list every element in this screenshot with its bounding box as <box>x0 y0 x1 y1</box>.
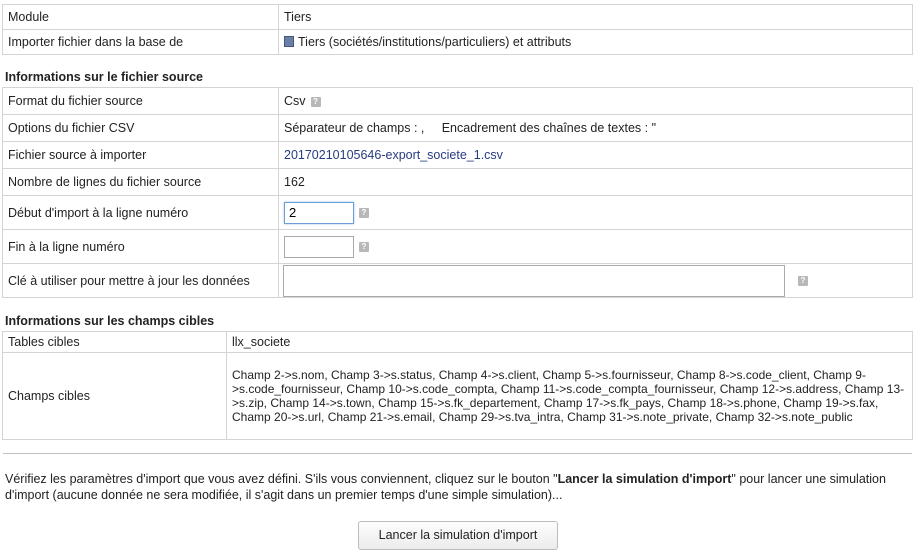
import-target-label: Importer fichier dans la base de <box>2 29 279 55</box>
target-tables-label: Tables cibles <box>2 331 227 353</box>
csv-options-row: Options du fichier CSV Séparateur de cha… <box>2 114 913 142</box>
instructions-text-part1: Vérifiez les paramètres d'import que vou… <box>5 472 558 486</box>
end-line-label: Fin à la ligne numéro <box>2 229 279 264</box>
help-icon[interactable]: ? <box>359 207 369 218</box>
end-line-cell: ? <box>278 229 913 264</box>
start-line-label: Début d'import à la ligne numéro <box>2 195 279 230</box>
format-cell: Csv? <box>278 87 913 115</box>
source-file-cell: 20170210105646-export_societe_1.csv <box>278 141 913 169</box>
target-section-title: Informations sur les champs cibles <box>5 314 215 328</box>
source-file-table: Format du fichier source Csv? Options du… <box>2 87 913 298</box>
module-label: Module <box>2 4 279 30</box>
format-value: Csv <box>284 94 306 108</box>
source-file-row: Fichier source à importer 20170210105646… <box>2 141 913 169</box>
instructions-text: Vérifiez les paramètres d'import que vou… <box>5 471 910 503</box>
format-label: Format du fichier source <box>2 87 279 115</box>
target-tables-value: llx_societe <box>226 331 913 353</box>
source-section-title: Informations sur le fichier source <box>5 70 203 84</box>
instructions-text-bold: Lancer la simulation d'import <box>557 472 732 486</box>
divider <box>3 453 912 454</box>
end-line-row: Fin à la ligne numéro ? <box>2 229 913 264</box>
update-key-label: Clé à utiliser pour mettre à jour les do… <box>2 263 279 298</box>
target-fields-table: Tables cibles llx_societe Champs cibles … <box>2 331 913 440</box>
line-count-label: Nombre de lignes du fichier source <box>2 168 279 196</box>
help-icon[interactable]: ? <box>798 275 808 286</box>
target-fields-value: Champ 2->s.nom, Champ 3->s.status, Champ… <box>226 352 913 440</box>
csv-options-label: Options du fichier CSV <box>2 114 279 142</box>
book-icon <box>284 36 294 47</box>
end-line-input[interactable] <box>284 235 354 258</box>
import-target-value: Tiers (sociétés/institutions/particulier… <box>298 35 572 49</box>
help-icon[interactable]: ? <box>310 96 321 107</box>
update-key-input[interactable] <box>283 264 785 297</box>
start-line-input[interactable] <box>284 201 354 224</box>
target-tables-row: Tables cibles llx_societe <box>2 331 913 353</box>
start-line-row: Début d'import à la ligne numéro ? <box>2 195 913 230</box>
import-target-cell: Tiers (sociétés/institutions/particulier… <box>278 29 913 55</box>
update-key-cell: ? <box>278 263 913 298</box>
target-fields-row: Champs cibles Champ 2->s.nom, Champ 3->s… <box>2 352 913 440</box>
start-line-cell: ? <box>278 195 913 230</box>
target-fields-label: Champs cibles <box>2 352 227 440</box>
module-info-table: Module Tiers Importer fichier dans la ba… <box>2 4 913 55</box>
format-row: Format du fichier source Csv? <box>2 87 913 115</box>
line-count-row: Nombre de lignes du fichier source 162 <box>2 168 913 196</box>
launch-simulation-button[interactable]: Lancer la simulation d'import <box>358 521 558 550</box>
update-key-row: Clé à utiliser pour mettre à jour les do… <box>2 263 913 298</box>
line-count-value: 162 <box>278 168 913 196</box>
import-target-row: Importer fichier dans la base de Tiers (… <box>2 29 913 55</box>
source-file-label: Fichier source à importer <box>2 141 279 169</box>
help-icon[interactable]: ? <box>359 241 369 252</box>
module-value: Tiers <box>278 4 913 30</box>
module-row: Module Tiers <box>2 4 913 30</box>
source-file-link[interactable]: 20170210105646-export_societe_1.csv <box>284 148 503 162</box>
csv-options-value: Séparateur de champs : , Encadrement des… <box>278 114 913 142</box>
